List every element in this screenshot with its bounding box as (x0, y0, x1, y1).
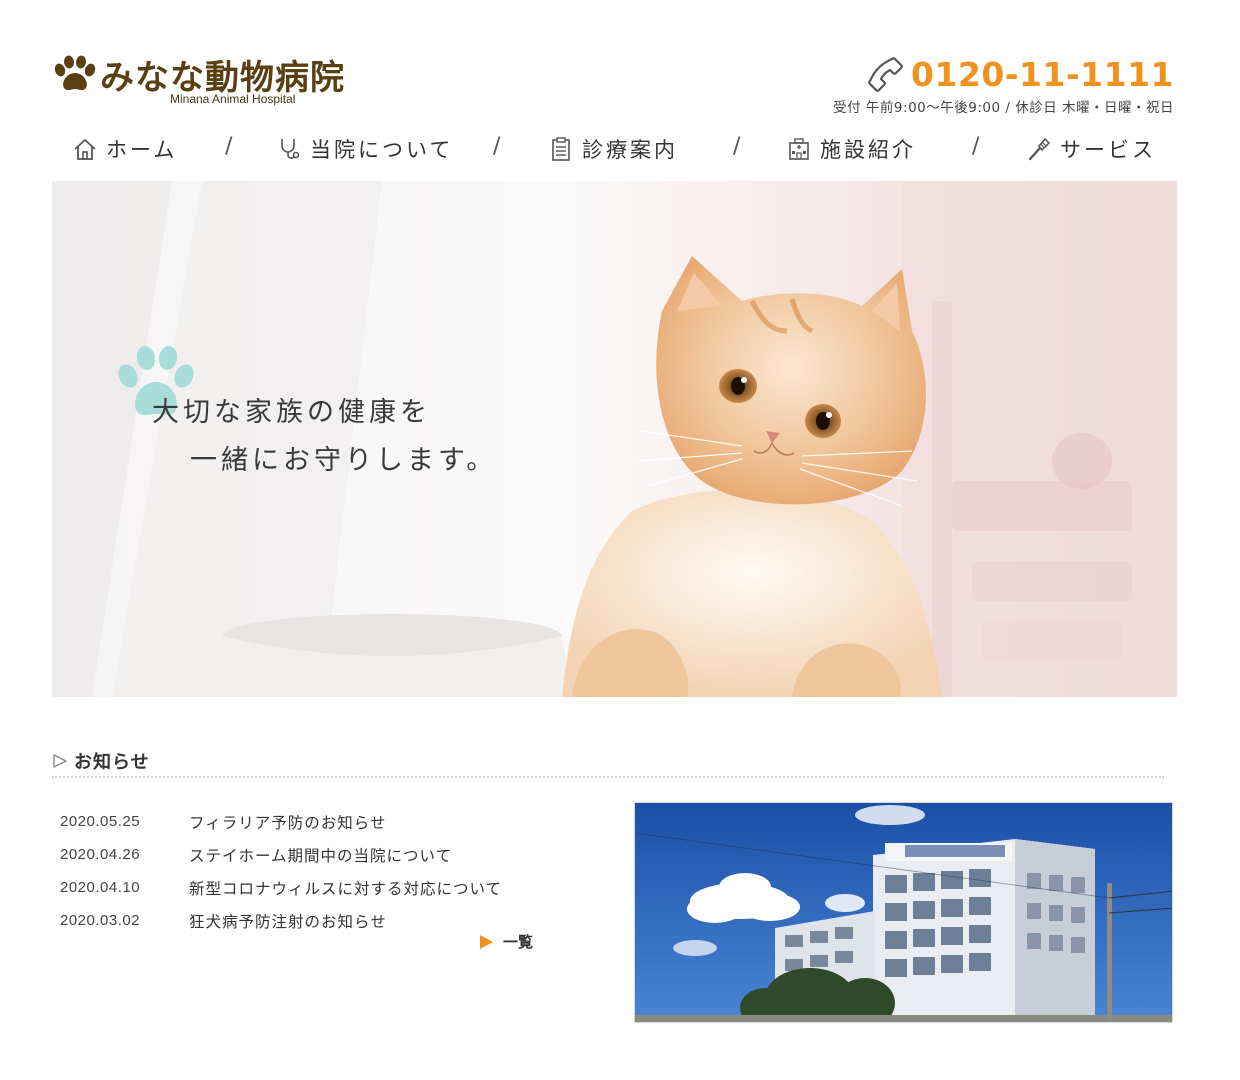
news-list: 2020.05.25 フィラリア予防のお知らせ 2020.04.26 ステイホー… (60, 805, 580, 937)
paw-logo-icon (54, 55, 96, 91)
news-link[interactable]: 狂犬病予防注射のお知らせ (189, 910, 387, 932)
nav-facility[interactable]: 施設紹介 (786, 130, 916, 168)
news-heading: お知らせ (52, 746, 1164, 778)
news-date: 2020.04.10 (60, 879, 141, 896)
nav-facility-label: 施設紹介 (820, 138, 916, 162)
building-icon (789, 138, 809, 160)
nav-service[interactable]: サービス (1026, 130, 1156, 168)
nav-medical[interactable]: 診療案内 (548, 130, 678, 168)
nav-service-label: サービス (1060, 138, 1156, 162)
nav-about[interactable]: 当院について (276, 130, 453, 168)
news-item[interactable]: 2020.05.25 フィラリア予防のお知らせ (60, 805, 580, 838)
nav-home-label: ホーム (106, 138, 178, 162)
hero-line-1: 大切な家族の健康を (152, 397, 431, 428)
news-date: 2020.05.25 (60, 813, 141, 830)
reception-hours: 受付 午前9:00～午後9:00 / 休診日 木曜・日曜・祝日 (833, 100, 1174, 116)
hospital-building-photo (634, 802, 1173, 1023)
nav-separator: / (733, 134, 741, 159)
global-nav: ホーム / 当院について / 診療案内 / 施設紹介 / サービス (60, 130, 1170, 168)
news-more-label: 一覧 (503, 933, 534, 951)
news-item[interactable]: 2020.04.10 新型コロナウィルスに対する対応について (60, 871, 580, 904)
news-title: お知らせ (74, 752, 150, 773)
nav-separator: / (972, 134, 980, 159)
news-link[interactable]: ステイホーム期間中の当院について (189, 844, 452, 866)
nav-home[interactable]: ホーム (72, 130, 177, 168)
nav-about-label: 当院について (310, 138, 454, 162)
phone-number-block[interactable]: 0120-11-1111 (865, 52, 1174, 96)
building-image (635, 803, 1172, 1022)
hero-line-2: 一緒にお守りします。 (190, 445, 498, 476)
news-link[interactable]: フィラリア予防のお知らせ (189, 811, 386, 833)
clipboard-icon (552, 137, 570, 161)
phone-icon (868, 57, 903, 92)
phone-number: 0120-11-1111 (910, 54, 1174, 94)
arrow-right-icon (480, 934, 493, 949)
news-link[interactable]: 新型コロナウィルスに対する対応について (189, 877, 502, 899)
news-more-link[interactable]: 一覧 (480, 931, 533, 952)
nav-separator: / (493, 134, 501, 159)
brush-icon (1028, 137, 1051, 161)
hero-catchphrase: 大切な家族の健康を 一緒にお守りします。 (152, 389, 497, 485)
triangle-outline-icon (53, 754, 67, 768)
logo-subtitle: Minana Animal Hospital (170, 92, 296, 106)
home-icon (74, 139, 96, 160)
nav-medical-label: 診療案内 (582, 138, 678, 162)
site-logo[interactable]: みなな動物病院 Minana Animal Hospital (52, 48, 382, 108)
news-date: 2020.04.26 (60, 846, 141, 863)
news-date: 2020.03.02 (60, 912, 141, 929)
nav-separator: / (225, 134, 233, 159)
news-item[interactable]: 2020.04.26 ステイホーム期間中の当院について (60, 838, 580, 871)
hero-banner: 大切な家族の健康を 一緒にお守りします。 (52, 181, 1177, 697)
stethoscope-icon (281, 139, 300, 159)
